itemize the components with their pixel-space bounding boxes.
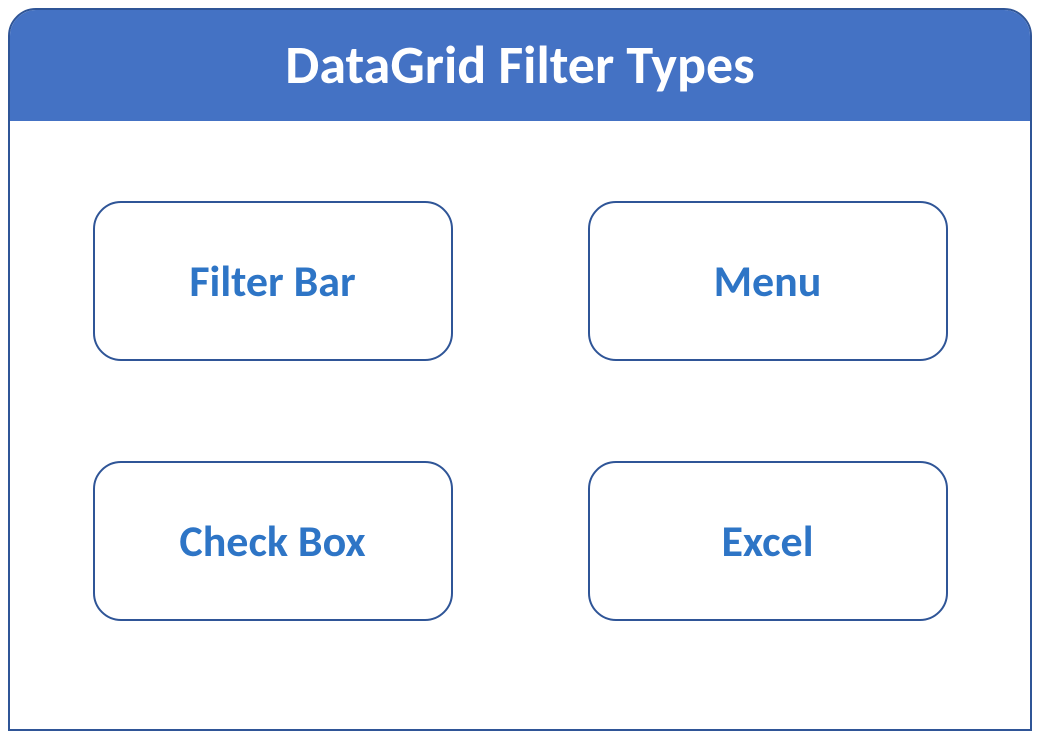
tile-label: Filter Bar: [189, 254, 355, 308]
tile-label: Menu: [714, 254, 822, 308]
tile-excel: Excel: [588, 461, 948, 621]
panel-body: Filter Bar Menu Check Box Excel: [10, 121, 1030, 651]
tile-label: Excel: [721, 514, 813, 568]
tile-menu: Menu: [588, 201, 948, 361]
tile-label: Check Box: [179, 514, 365, 568]
filter-types-panel: DataGrid Filter Types Filter Bar Menu Ch…: [8, 8, 1032, 731]
tile-check-box: Check Box: [93, 461, 453, 621]
tile-filter-bar: Filter Bar: [93, 201, 453, 361]
panel-title: DataGrid Filter Types: [10, 10, 1030, 121]
